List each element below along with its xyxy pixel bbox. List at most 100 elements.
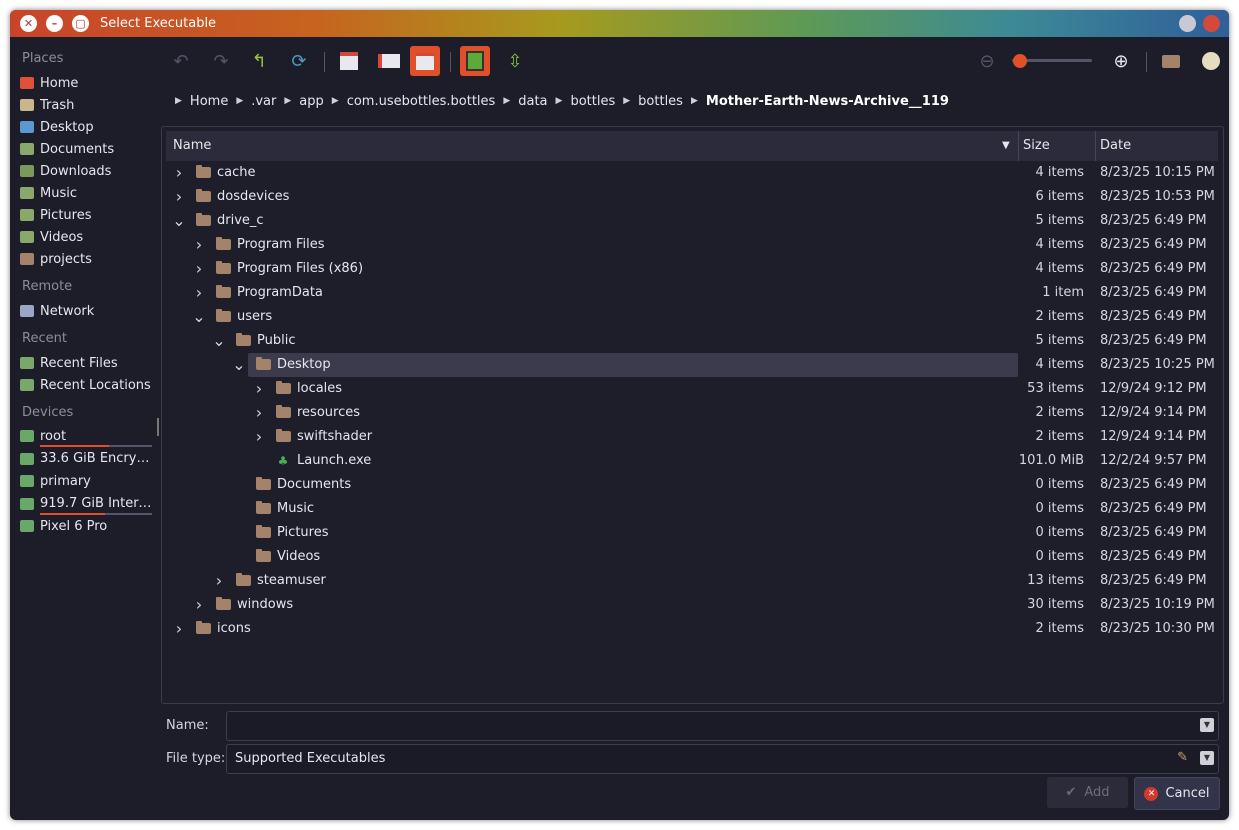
chevron-down-icon[interactable]: ⌄ [192,305,206,329]
chevron-right-icon[interactable]: › [192,281,206,305]
breadcrumb-separator-icon[interactable]: ▶ [691,96,698,106]
chevron-right-icon[interactable]: › [192,593,206,617]
filetype-select[interactable]: Supported Executables ✎ ▼ [226,744,1219,774]
chevron-down-icon[interactable]: ⌄ [172,209,186,233]
compact-view-icon[interactable] [374,46,404,76]
sidebar-item-videos[interactable]: Videos [20,227,155,247]
table-row[interactable]: › swiftshader 2 items 12/9/24 9:14 PM [166,425,1218,449]
breadcrumb-item[interactable]: app [299,94,323,109]
table-row[interactable]: › windows 30 items 8/23/25 10:19 PM [166,593,1218,617]
sidebar-item-home[interactable]: Home [20,73,155,93]
sidebar-item-recent-locations[interactable]: Recent Locations [20,375,155,395]
table-row[interactable]: ⌄ Public 5 items 8/23/25 6:49 PM [166,329,1218,353]
back-icon[interactable]: ↶ [166,46,196,76]
app-menu-icon[interactable] [1203,15,1220,32]
breadcrumb-item[interactable]: bottles [570,94,615,109]
chevron-down-icon[interactable]: ⌄ [212,329,226,353]
table-row[interactable]: Music 0 items 8/23/25 6:49 PM [166,497,1218,521]
breadcrumb-separator-icon[interactable]: ▶ [623,96,630,106]
clear-icon[interactable]: ✎ [1177,750,1188,765]
sidebar-item-33-6-gib-encrypt[interactable]: 33.6 GiB Encrypt... [20,449,155,469]
sidebar-item-desktop[interactable]: Desktop [20,117,155,137]
table-row[interactable]: ⌄ Desktop 4 items 8/23/25 10:25 PM [166,353,1218,377]
table-row[interactable]: › icons 2 items 8/23/25 10:30 PM [166,617,1218,641]
breadcrumb-item[interactable]: data [518,94,547,109]
zoom-in-icon[interactable]: ⊕ [1106,46,1136,76]
sort-icon[interactable]: ⇳ [500,46,530,76]
sidebar-item-downloads[interactable]: Downloads [20,161,155,181]
minimize-icon[interactable]: – [46,15,63,32]
pin-icon[interactable] [1179,15,1196,32]
preview-icon[interactable] [460,46,490,76]
breadcrumb-separator-icon[interactable]: ▶ [284,96,291,106]
sidebar-item-music[interactable]: Music [20,183,155,203]
icon-view-icon[interactable] [334,46,364,76]
place-icon [20,231,34,243]
table-row[interactable]: › Program Files (x86) 4 items 8/23/25 6:49 … [166,257,1218,281]
chevron-right-icon[interactable]: › [192,233,206,257]
table-row[interactable]: Videos 0 items 8/23/25 6:49 PM [166,545,1218,569]
sidebar-item-projects[interactable]: projects [20,249,155,269]
breadcrumb-separator-icon[interactable]: ▶ [556,96,563,106]
sort-desc-icon[interactable]: ▼ [1002,131,1010,161]
table-row[interactable]: ♣ Launch.exe 101.0 MiB 12/2/24 9:57 PM [166,449,1218,473]
column-size[interactable]: Size [1023,131,1050,161]
maximize-icon[interactable]: ▢ [72,15,89,32]
sidebar-splitter[interactable] [157,418,159,436]
chevron-right-icon[interactable]: › [252,401,266,425]
sidebar-item-primary[interactable]: primary [20,471,155,491]
breadcrumb-root-icon[interactable]: ▶ [175,96,182,106]
chevron-down-icon[interactable]: ▼ [1200,718,1214,732]
zoom-out-icon[interactable]: ⊖ [972,46,1002,76]
column-date[interactable]: Date [1100,131,1131,161]
forward-icon[interactable]: ↷ [206,46,236,76]
add-button[interactable]: ✔ Add [1047,777,1128,808]
sidebar-item-recent-files[interactable]: Recent Files [20,353,155,373]
table-row[interactable]: ⌄ users 2 items 8/23/25 6:49 PM [166,305,1218,329]
sidebar-item-documents[interactable]: Documents [20,139,155,159]
chevron-right-icon[interactable]: › [212,569,226,593]
sidebar-item-pictures[interactable]: Pictures [20,205,155,225]
table-row[interactable]: Documents 0 items 8/23/25 6:49 PM [166,473,1218,497]
sidebar-item-network[interactable]: Network [20,301,155,321]
chevron-down-icon[interactable]: ⌄ [232,353,246,377]
breadcrumb-item[interactable]: com.usebottles.bottles [347,94,496,109]
name-field[interactable]: ▼ [226,711,1219,741]
table-row[interactable]: Pictures 0 items 8/23/25 6:49 PM [166,521,1218,545]
breadcrumb-item[interactable]: Mother-Earth-News-Archive__119 [706,94,949,109]
table-row[interactable]: › cache 4 items 8/23/25 10:15 PM [166,161,1218,185]
sidebar-item-root[interactable]: root [20,426,155,446]
sidebar-item-trash[interactable]: Trash [20,95,155,115]
sidebar-item-pixel-6-pro[interactable]: Pixel 6 Pro [20,516,155,536]
reload-icon[interactable]: ⟳ [284,46,314,76]
sidebar-item-919-7-gib-intern[interactable]: 919.7 GiB Intern... [20,494,155,514]
close-icon[interactable]: ✕ [20,15,37,32]
chevron-right-icon[interactable]: › [172,617,186,641]
chevron-right-icon[interactable]: › [172,185,186,209]
column-name[interactable]: Name [173,131,211,161]
chevron-right-icon[interactable]: › [252,425,266,449]
chevron-down-icon[interactable]: ▼ [1200,751,1214,765]
breadcrumb-item[interactable]: .var [251,94,276,109]
detail-view-icon[interactable] [410,46,440,76]
breadcrumb-separator-icon[interactable]: ▶ [332,96,339,106]
table-row[interactable]: ⌄ drive_c 5 items 8/23/25 6:49 PM [166,209,1218,233]
chevron-right-icon[interactable]: › [172,161,186,185]
breadcrumb-separator-icon[interactable]: ▶ [503,96,510,106]
table-row[interactable]: › locales 53 items 12/9/24 9:12 PM [166,377,1218,401]
breadcrumb-item[interactable]: Home [190,94,228,109]
table-row[interactable]: › Program Files 4 items 8/23/25 6:49 PM [166,233,1218,257]
breadcrumb-item[interactable]: bottles [638,94,683,109]
options-icon[interactable] [1196,46,1226,76]
table-row[interactable]: › steamuser 13 items 8/23/25 6:49 PM [166,569,1218,593]
cancel-button[interactable]: ✕ Cancel [1134,777,1220,810]
zoom-slider[interactable] [1012,54,1092,68]
table-row[interactable]: › ProgramData 1 item 8/23/25 6:49 PM [166,281,1218,305]
table-row[interactable]: › dosdevices 6 items 8/23/25 10:53 PM [166,185,1218,209]
chevron-right-icon[interactable]: › [252,377,266,401]
breadcrumb-separator-icon[interactable]: ▶ [236,96,243,106]
new-folder-icon[interactable] [1156,46,1186,76]
chevron-right-icon[interactable]: › [192,257,206,281]
table-row[interactable]: › resources 2 items 12/9/24 9:14 PM [166,401,1218,425]
parent-folder-icon[interactable]: ↰ [244,46,274,76]
